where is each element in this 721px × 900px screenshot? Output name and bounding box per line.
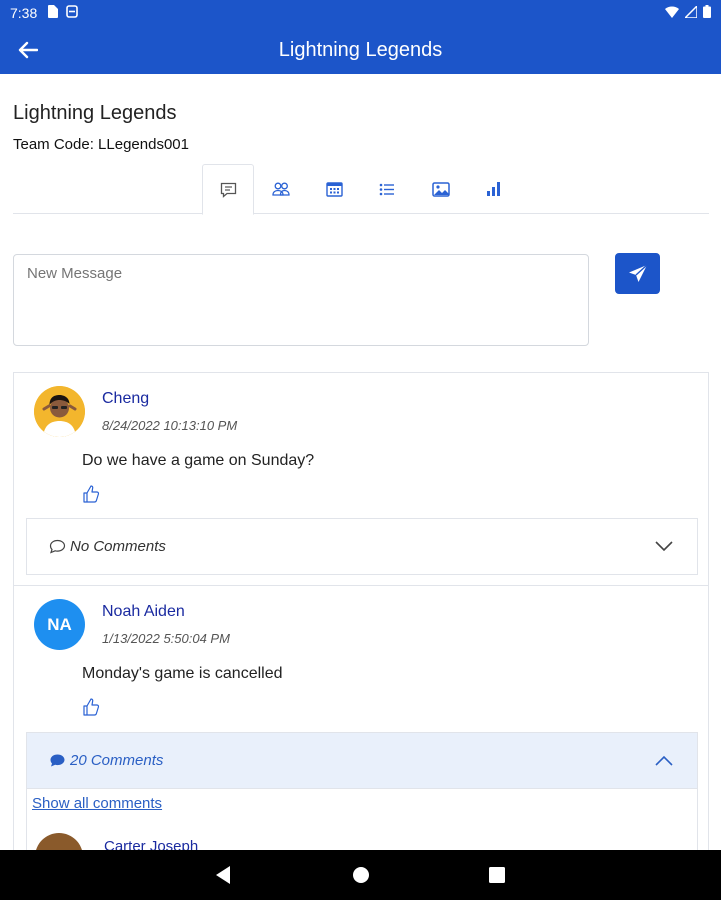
list-icon: [379, 183, 394, 195]
avatar: NA: [34, 599, 85, 650]
comment-author[interactable]: Carter Joseph: [104, 838, 198, 850]
comments-panel: Show all comments Carter Joseph: [26, 789, 698, 850]
team-name: Lightning Legends: [13, 102, 177, 124]
show-all-comments-link[interactable]: Show all comments: [32, 795, 162, 812]
comment-bubble-icon: [49, 753, 66, 768]
tab-members[interactable]: [255, 164, 307, 214]
post-body: Monday's game is cancelled: [82, 665, 283, 682]
tab-photos[interactable]: [415, 164, 467, 214]
message-feed: Cheng 8/24/2022 10:13:10 PM Do we have a…: [13, 372, 709, 850]
send-button[interactable]: [615, 253, 660, 294]
comments-count: No Comments: [70, 538, 166, 555]
new-message-input[interactable]: [13, 254, 589, 346]
app-bar: Lightning Legends: [0, 26, 721, 74]
battery-icon: [703, 5, 711, 21]
sim-card-icon: [47, 5, 59, 21]
nav-back-icon[interactable]: [214, 865, 232, 890]
post-card: Cheng 8/24/2022 10:13:10 PM Do we have a…: [14, 373, 708, 585]
bar-chart-icon: [487, 182, 500, 196]
status-time: 7:38: [10, 5, 38, 21]
tab-calendar[interactable]: [308, 164, 360, 214]
post-date: 8/24/2022 10:13:10 PM: [102, 418, 238, 433]
tab-list[interactable]: [361, 164, 413, 214]
people-icon: [272, 182, 290, 196]
wifi-icon: [665, 5, 679, 21]
post-author[interactable]: Cheng: [102, 390, 149, 408]
calendar-icon: [325, 182, 343, 197]
post-card: NA Noah Aiden 1/13/2022 5:50:04 PM Monda…: [14, 585, 708, 850]
like-thumb-icon[interactable]: [82, 485, 100, 503]
sync-icon: [66, 5, 79, 21]
comments-toggle[interactable]: 20 Comments: [26, 732, 698, 789]
team-code: Team Code: LLegends001: [13, 136, 189, 153]
like-thumb-icon[interactable]: [82, 698, 100, 716]
nav-home-icon[interactable]: [352, 865, 370, 890]
status-bar: 7:38: [0, 0, 721, 26]
back-arrow-icon[interactable]: [14, 36, 42, 64]
app-bar-title: Lightning Legends: [278, 38, 443, 61]
nav-recents-icon[interactable]: [488, 865, 506, 890]
post-author[interactable]: Noah Aiden: [102, 603, 185, 621]
chat-icon: [220, 182, 236, 198]
post-date: 1/13/2022 5:50:04 PM: [102, 631, 230, 646]
post-body: Do we have a game on Sunday?: [82, 452, 315, 469]
avatar: [35, 833, 83, 850]
chevron-down-icon: [655, 539, 673, 556]
tab-bar: [13, 164, 709, 215]
chevron-up-icon: [655, 753, 673, 770]
tab-chat[interactable]: [202, 164, 254, 215]
avatar: [34, 386, 85, 437]
comment-bubble-icon: [49, 539, 66, 554]
send-icon: [628, 263, 647, 282]
comments-toggle[interactable]: No Comments: [26, 518, 698, 575]
signal-icon: [683, 4, 698, 21]
image-icon: [432, 181, 450, 197]
system-nav-bar: [0, 850, 721, 900]
comments-count: 20 Comments: [70, 752, 164, 769]
tab-stats[interactable]: [468, 164, 520, 214]
